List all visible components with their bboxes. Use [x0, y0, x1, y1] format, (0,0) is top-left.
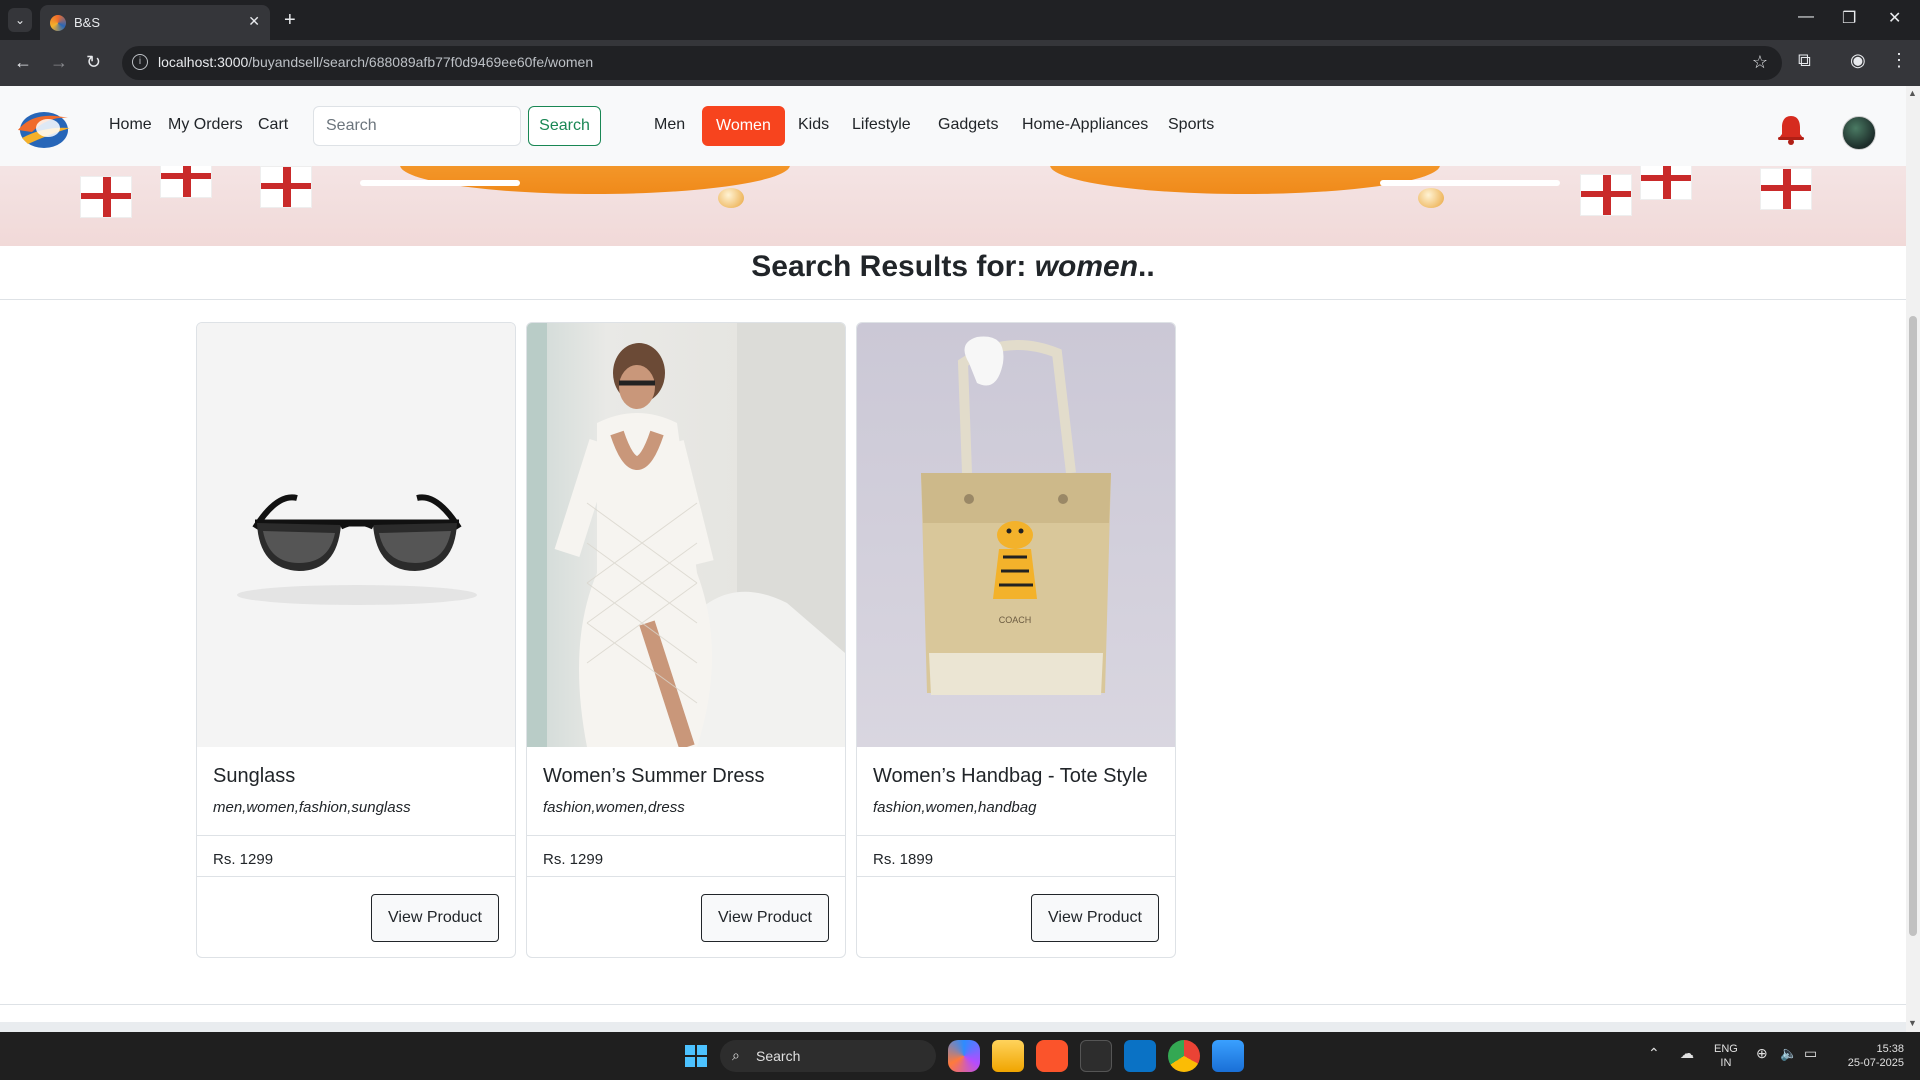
product-image[interactable]: COACH: [857, 323, 1175, 747]
category-men[interactable]: Men: [654, 116, 685, 134]
browser-tab[interactable]: B&S ✕: [40, 5, 270, 40]
browser-menu-icon[interactable]: ⋮: [1890, 50, 1908, 71]
product-price: Rs. 1299: [213, 851, 274, 868]
category-kids[interactable]: Kids: [798, 116, 829, 134]
view-product-button[interactable]: View Product: [371, 894, 499, 942]
vscode-icon[interactable]: [1124, 1040, 1156, 1072]
search-button[interactable]: Search: [528, 106, 601, 146]
browser-toolbar: ← → ↻ i localhost:3000/buyandsell/search…: [0, 40, 1920, 86]
promo-banner: [0, 166, 1906, 246]
nav-my-orders-link[interactable]: My Orders: [168, 116, 243, 134]
page-scrollbar[interactable]: ▲ ▼: [1906, 86, 1920, 1032]
nav-home-link[interactable]: Home: [109, 116, 152, 134]
user-avatar[interactable]: [1842, 116, 1876, 150]
divider: [857, 876, 1175, 877]
extensions-icon[interactable]: ⧉: [1798, 50, 1811, 71]
restore-icon[interactable]: ❐: [1842, 8, 1856, 28]
brave-browser-icon[interactable]: [1036, 1040, 1068, 1072]
divider: [527, 835, 845, 836]
divider: [527, 876, 845, 877]
brand-logo-icon[interactable]: [14, 104, 72, 150]
search-icon: ⌕: [732, 1047, 740, 1063]
product-name: Women’s Summer Dress: [543, 765, 765, 787]
footer-divider: [0, 1004, 1906, 1005]
reload-icon[interactable]: ↻: [86, 52, 101, 72]
divider: [0, 299, 1906, 300]
svg-text:COACH: COACH: [999, 615, 1032, 625]
notification-bell-icon[interactable]: [1774, 112, 1808, 146]
battery-icon[interactable]: ▭: [1804, 1046, 1817, 1060]
volume-icon[interactable]: 🔈: [1780, 1046, 1797, 1060]
copilot-icon[interactable]: [948, 1040, 980, 1072]
site-navbar: Home My Orders Cart Search Men Women Kid…: [0, 86, 1906, 166]
page-viewport: Home My Orders Cart Search Men Women Kid…: [0, 86, 1906, 1032]
chrome-icon[interactable]: [1168, 1040, 1200, 1072]
divider: [197, 835, 515, 836]
bookmark-star-icon[interactable]: ☆: [1752, 52, 1768, 73]
category-sports[interactable]: Sports: [1168, 116, 1214, 134]
view-product-button[interactable]: View Product: [701, 894, 829, 942]
product-tags: fashion,women,dress: [543, 799, 685, 816]
category-women[interactable]: Women: [702, 106, 785, 146]
file-explorer-icon[interactable]: [992, 1040, 1024, 1072]
address-bar[interactable]: i localhost:3000/buyandsell/search/68808…: [122, 46, 1782, 80]
handbag-image: COACH: [921, 336, 1111, 695]
window-close-icon[interactable]: ✕: [1888, 8, 1901, 28]
product-price: Rs. 1899: [873, 851, 934, 868]
tab-close-icon[interactable]: ✕: [248, 13, 260, 30]
taskbar-search[interactable]: ⌕ Search: [720, 1040, 936, 1072]
product-name: Women’s Handbag - Tote Style: [873, 765, 1148, 787]
azure-studio-icon[interactable]: [1212, 1040, 1244, 1072]
terminal-icon[interactable]: [1080, 1040, 1112, 1072]
search-input[interactable]: [313, 106, 521, 146]
view-product-button[interactable]: View Product: [1031, 894, 1159, 942]
footer: [0, 1022, 1906, 1032]
product-card: COACH Women’s Handbag - Tote Style fashi…: [856, 322, 1176, 958]
product-name: Sunglass: [213, 765, 296, 787]
search-results-title: Search Results for: women..: [751, 250, 1155, 283]
woman-in-dress-image: [527, 323, 845, 747]
site-favicon-icon: [50, 15, 66, 31]
network-icon[interactable]: ⊕: [1756, 1046, 1768, 1060]
category-home-appliances[interactable]: Home-Appliances: [1022, 116, 1148, 134]
scroll-down-icon[interactable]: ▼: [1908, 1018, 1917, 1028]
windows-start-icon[interactable]: [680, 1040, 712, 1072]
product-card: Sunglass men,women,fashion,sunglass Rs. …: [196, 322, 516, 958]
new-tab-button[interactable]: +: [284, 8, 296, 32]
minimize-icon[interactable]: —: [1798, 8, 1814, 26]
tab-title: B&S: [74, 15, 101, 30]
os-taskbar: ⌕ Search ⌃ ☁ ENG IN ⊕ 🔈 ▭ 15:38 25-07-2025: [0, 1032, 1920, 1080]
nav-cart-link[interactable]: Cart: [258, 116, 288, 134]
url-text: localhost:3000/buyandsell/search/688089a…: [158, 54, 594, 70]
product-image[interactable]: [527, 323, 845, 747]
divider: [857, 835, 1175, 836]
tab-search-dropdown-icon[interactable]: ⌄: [8, 8, 32, 32]
product-price: Rs. 1299: [543, 851, 604, 868]
sunglasses-image: [237, 494, 477, 605]
scrollbar-thumb[interactable]: [1909, 316, 1917, 936]
product-image[interactable]: [197, 323, 515, 747]
site-info-icon[interactable]: i: [132, 54, 148, 70]
tray-chevron-icon[interactable]: ⌃: [1648, 1046, 1660, 1060]
onedrive-icon[interactable]: ☁: [1680, 1046, 1694, 1060]
product-tags: men,women,fashion,sunglass: [213, 799, 411, 816]
category-gadgets[interactable]: Gadgets: [938, 116, 998, 134]
product-tags: fashion,women,handbag: [873, 799, 1037, 816]
language-indicator[interactable]: ENG IN: [1714, 1042, 1738, 1070]
browser-tab-strip: ⌄ B&S ✕ + — ❐ ✕: [0, 0, 1920, 40]
divider: [197, 876, 515, 877]
category-lifestyle[interactable]: Lifestyle: [852, 116, 911, 134]
forward-arrow-icon[interactable]: →: [50, 52, 68, 72]
clock[interactable]: 15:38 25-07-2025: [1836, 1042, 1904, 1070]
scroll-up-icon[interactable]: ▲: [1908, 88, 1917, 98]
profile-icon[interactable]: ◉: [1850, 50, 1866, 71]
product-card: Women’s Summer Dress fashion,women,dress…: [526, 322, 846, 958]
back-arrow-icon[interactable]: ←: [14, 52, 32, 72]
